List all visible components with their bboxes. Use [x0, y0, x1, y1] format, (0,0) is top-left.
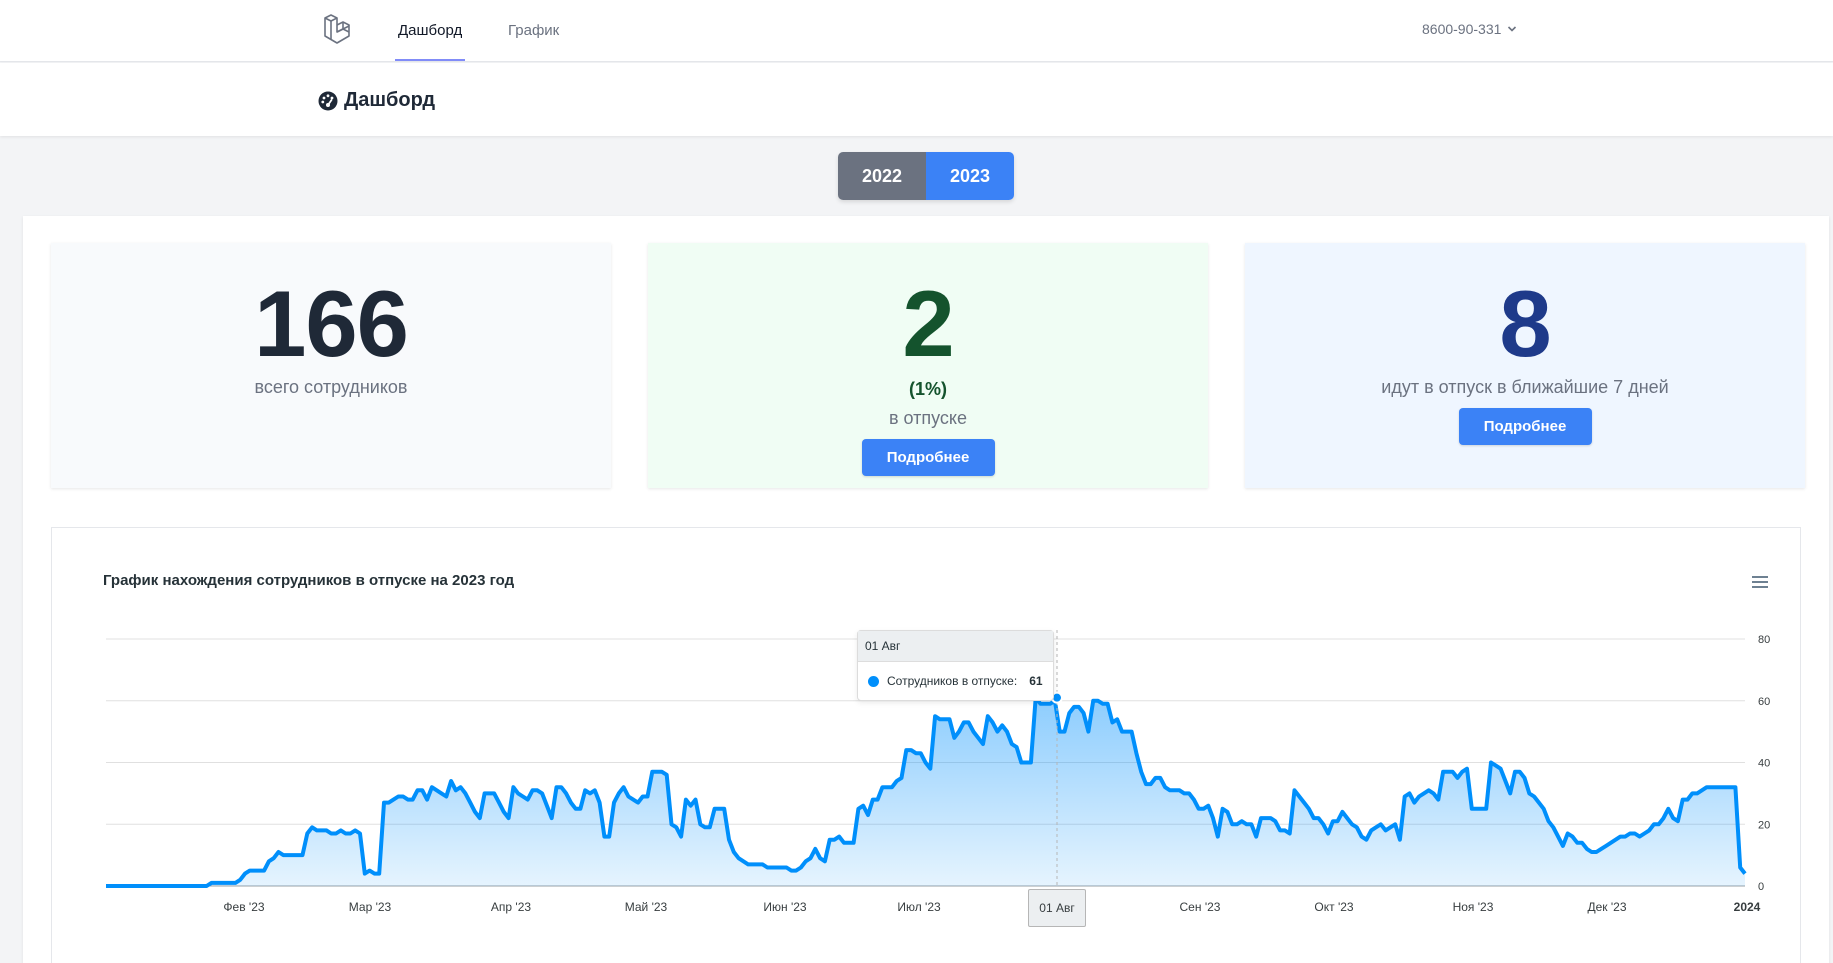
x-tick-label: Мар '23 [349, 900, 392, 914]
nav-link-dashboard[interactable]: Дашборд [398, 22, 462, 39]
y-tick-label: 0 [1758, 881, 1764, 893]
user-menu-dropdown[interactable]: 8600-90-331 [1422, 21, 1517, 37]
vacation-chart-container: График нахождения сотрудников в отпуске … [51, 527, 1801, 963]
upcoming-vacation-card: 8 идут в отпуск в ближайшие 7 дней Подро… [1245, 243, 1805, 488]
y-tick-label: 60 [1758, 696, 1770, 708]
y-tick-label: 20 [1758, 819, 1770, 831]
page-header: Дашборд [0, 63, 1833, 136]
dashboard-gauge-icon [318, 91, 338, 110]
y-tick-label: 40 [1758, 758, 1770, 770]
page-title-text: Дашборд [344, 89, 436, 111]
y-tick-label: 80 [1758, 634, 1770, 646]
user-name: 8600-90-331 [1422, 21, 1502, 37]
x-tick-label: Сен '23 [1180, 900, 1221, 914]
x-tick-label: Май '23 [625, 900, 668, 914]
x-tick-label: Окт '23 [1314, 900, 1354, 914]
nav-link-schedule[interactable]: График [508, 22, 559, 39]
on-vacation-details-button[interactable]: Подробнее [861, 439, 995, 476]
on-vacation-card: 2 (1%) в отпуске Подробнее [648, 243, 1208, 488]
chart-tooltip: 01 Авг Сотрудников в отпуске: 61 [857, 630, 1054, 701]
page-title: Дашборд [318, 89, 435, 112]
x-tick-label: Июл '23 [897, 900, 941, 914]
chevron-down-icon [1508, 26, 1517, 32]
year-button-2023[interactable]: 2023 [926, 152, 1014, 200]
total-employees-label: всего сотрудников [254, 377, 408, 397]
tooltip-value: 61 [1029, 674, 1043, 688]
on-vacation-label: в отпуске [888, 408, 968, 428]
active-tab-indicator [395, 59, 465, 61]
x-axis-tooltip: 01 Авг [1028, 889, 1086, 927]
year-button-2022[interactable]: 2022 [838, 152, 926, 200]
x-tick-label: Июн '23 [763, 900, 807, 914]
on-vacation-value: 2 [902, 271, 954, 376]
total-employees-card: 166 всего сотрудников [51, 243, 611, 488]
x-tick-label: 2024 [1734, 900, 1761, 914]
tooltip-series-name: Сотрудников в отпуске: [887, 674, 1018, 688]
x-tick-label: Апр '23 [491, 900, 531, 914]
x-tick-label: Дек '23 [1587, 900, 1626, 914]
year-selector: 2022 2023 [838, 152, 1014, 200]
series-area [106, 697, 1745, 886]
x-tick-label: Фев '23 [223, 900, 264, 914]
on-vacation-percent: (1%) [908, 379, 947, 399]
laravel-logo-icon[interactable] [322, 12, 356, 46]
total-employees-value: 166 [254, 271, 409, 376]
vacation-area-chart[interactable]: 0 20 40 60 80 Фев '23 Мар '23 Апр '23 Май '23 Июн… [52, 528, 1802, 963]
upcoming-vacation-details-button[interactable]: Подробнее [1458, 408, 1592, 445]
upcoming-vacation-label: идут в отпуск в ближайшие 7 дней [1381, 377, 1669, 397]
x-tick-label: Ноя '23 [1453, 900, 1494, 914]
top-navigation: Дашборд График 8600-90-331 [0, 0, 1833, 62]
tooltip-date: 01 Авг [858, 631, 1053, 662]
tooltip-series-marker [868, 675, 879, 687]
upcoming-vacation-value: 8 [1499, 271, 1551, 376]
